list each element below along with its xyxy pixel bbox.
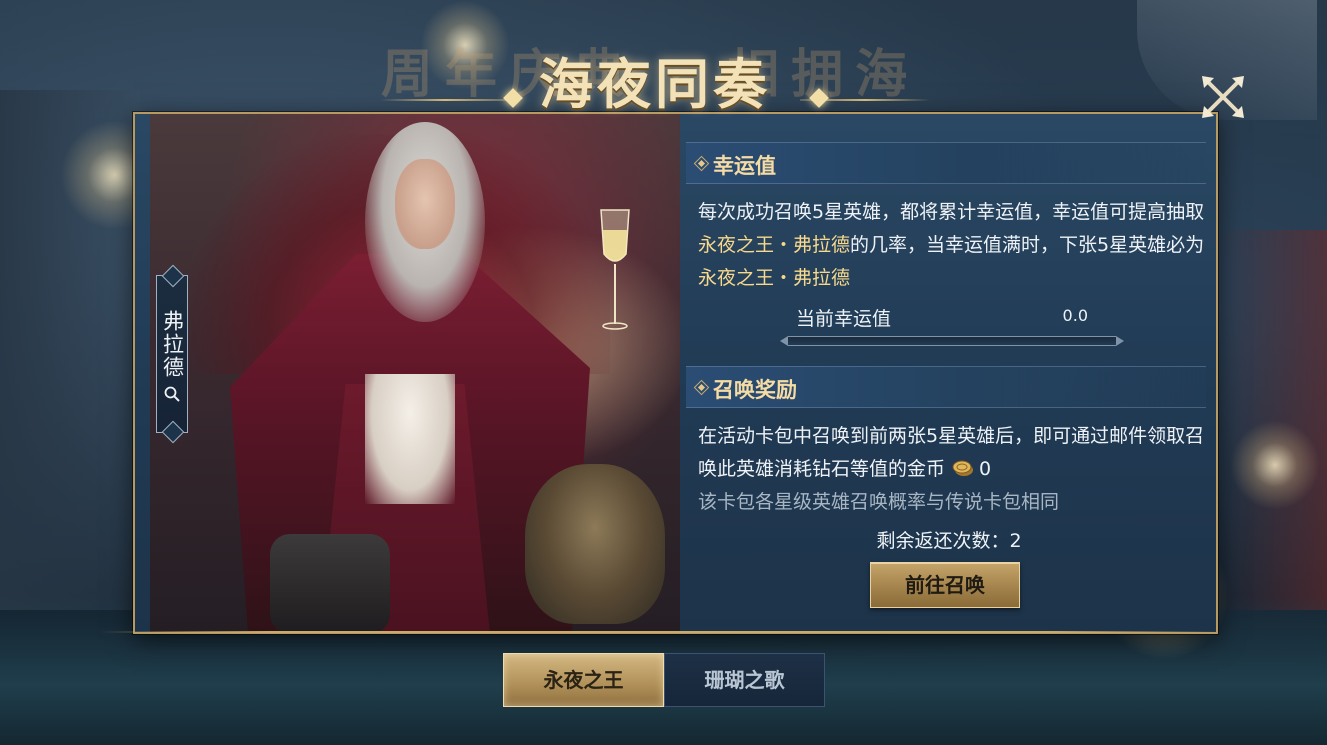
tab-eternal-night-king[interactable]: 永夜之王 xyxy=(503,653,664,707)
probability-note: 该卡包各星级英雄召唤概率与传说卡包相同 xyxy=(698,491,1060,513)
current-luck-value: 0.0 xyxy=(1062,306,1088,325)
panel-divider xyxy=(100,631,1220,633)
firework-decoration xyxy=(1230,420,1320,510)
close-icon[interactable] xyxy=(1196,70,1250,124)
luck-desc-text-2: 的几率，当幸运值满时，下张5星英雄必为 xyxy=(850,234,1205,256)
hero-name-tab[interactable]: 弗拉德 xyxy=(156,275,188,433)
luck-section-header: 幸运值 xyxy=(686,142,1206,184)
tab-coral-song[interactable]: 珊瑚之歌 xyxy=(664,653,825,707)
hero-name: 弗拉德 xyxy=(160,310,185,379)
gold-coin-icon xyxy=(952,460,974,476)
hero-face-art xyxy=(395,159,455,249)
diamond-bullet-icon xyxy=(693,155,710,172)
skull-armrest-art xyxy=(525,464,665,624)
hero-highlight: 永夜之王・弗拉德 xyxy=(698,234,851,256)
search-icon[interactable] xyxy=(163,385,181,403)
luck-section-title: 幸运值 xyxy=(713,153,776,178)
luck-desc-text-1: 每次成功召唤5星英雄，都将累计幸运值，幸运值可提高抽取 xyxy=(698,201,1205,223)
diamond-bullet-icon xyxy=(693,379,710,396)
hero-portrait xyxy=(150,114,680,632)
reward-section-header: 召唤奖励 xyxy=(686,366,1206,408)
remaining-returns: 剩余返还次数：2 xyxy=(876,530,1022,552)
luck-description: 每次成功召唤5星英雄，都将累计幸运值，幸运值可提高抽取永夜之王・弗拉德的几率，当… xyxy=(698,196,1208,295)
hero-boot-art xyxy=(270,534,390,632)
current-luck-row: 当前幸运值 0.0 xyxy=(796,304,1126,334)
hero-cravat-art xyxy=(365,374,455,504)
reward-section-title: 召唤奖励 xyxy=(713,377,797,402)
current-luck-label: 当前幸运值 xyxy=(796,308,892,330)
hero-highlight: 永夜之王・弗拉德 xyxy=(698,267,851,289)
reward-description: 在活动卡包中召唤到前两张5星英雄后，即可通过邮件领取召唤此英雄消耗钻石等值的金币… xyxy=(698,420,1208,486)
luck-progress-bar xyxy=(780,336,1124,346)
go-summon-button[interactable]: 前往召唤 xyxy=(870,562,1020,608)
banner-tabs: 永夜之王 珊瑚之歌 xyxy=(503,653,825,707)
wine-glass-art xyxy=(600,209,630,330)
coin-amount: 0 xyxy=(979,458,992,480)
event-title: 海夜同奏 xyxy=(539,52,771,116)
